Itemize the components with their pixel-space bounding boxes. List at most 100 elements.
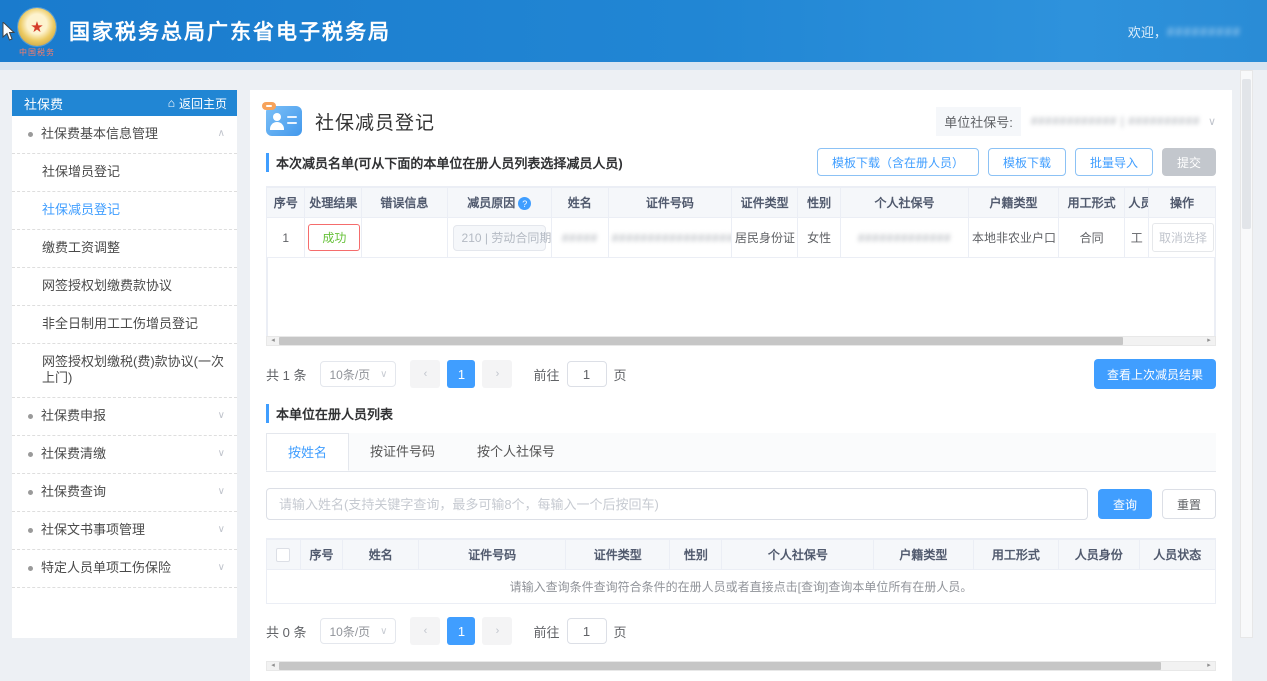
page-number-current[interactable]: 1 <box>447 617 475 645</box>
col-reason: 减员原因? <box>447 188 551 218</box>
cancel-selection-button[interactable]: 取消选择 <box>1152 223 1214 252</box>
reset-button[interactable]: 重置 <box>1162 489 1216 519</box>
emblem-icon: ★ <box>18 8 56 46</box>
page-size-select[interactable]: 10条/页 ∨ <box>320 618 396 644</box>
prev-page-button[interactable]: ‹ <box>410 360 440 388</box>
sidebar-group-declare[interactable]: 社保费申报 ∨ <box>12 398 237 436</box>
scrollbar-thumb[interactable] <box>1242 79 1251 229</box>
card-horizontal-scrollbar[interactable]: ◂ ▸ <box>266 661 1216 671</box>
tab-by-name[interactable]: 按姓名 <box>266 433 349 471</box>
select-all-checkbox[interactable] <box>276 548 290 562</box>
page-size-select[interactable]: 10条/页 ∨ <box>320 361 396 387</box>
scrollbar-thumb[interactable] <box>279 662 1161 670</box>
mouse-cursor <box>2 22 16 42</box>
page-number-current[interactable]: 1 <box>447 360 475 388</box>
scroll-left-arrow-icon[interactable]: ◂ <box>267 661 279 671</box>
col-person-identity: 人员身份 <box>1059 540 1140 570</box>
sidebar-group-basic-info[interactable]: 社保费基本信息管理 ∧ <box>12 116 237 154</box>
chevron-down-icon: ∨ <box>212 486 225 499</box>
bullet-icon <box>28 452 33 457</box>
sidebar-item-tax-deduction-agreement[interactable]: 网签授权划缴税(费)款协议(一次上门) <box>12 344 237 398</box>
bullet-icon <box>28 528 33 533</box>
batch-import-button[interactable]: 批量导入 <box>1075 148 1153 176</box>
goto-label: 前往 <box>533 365 559 384</box>
col-person-identity: 人员身份 <box>1125 188 1149 218</box>
welcome-username-masked[interactable]: ######### <box>1167 24 1241 39</box>
logo-caption: 中国税务 <box>19 47 55 58</box>
sidebar-item-reduce-personnel[interactable]: 社保减员登记 <box>12 192 237 230</box>
goto-page: 前往 页 <box>533 361 626 387</box>
sidebar-group-label: 社保文书事项管理 <box>41 522 145 538</box>
col-household-type: 户籍类型 <box>968 188 1058 218</box>
tab-by-id-number[interactable]: 按证件号码 <box>349 433 456 471</box>
sidebar-item-add-personnel[interactable]: 社保增员登记 <box>12 154 237 192</box>
submit-button[interactable]: 提交 <box>1162 148 1216 176</box>
cell-id-number: ################## <box>608 218 731 258</box>
main-content-card: 社保减员登记 单位社保号: ############ | ########## … <box>250 90 1232 681</box>
next-page-button[interactable]: › <box>482 360 512 388</box>
scroll-left-arrow-icon[interactable]: ◂ <box>267 336 279 346</box>
col-seq: 序号 <box>267 188 305 218</box>
cell-person-identity: 工 <box>1125 218 1149 258</box>
reduce-table-horizontal-scrollbar[interactable]: ◂ ▸ <box>266 336 1216 346</box>
total-count: 共 1 条 <box>266 365 306 384</box>
col-gender: 性别 <box>798 188 841 218</box>
scroll-right-arrow-icon[interactable]: ▸ <box>1203 336 1215 346</box>
sidebar-group-settle[interactable]: 社保费清缴 ∨ <box>12 436 237 474</box>
reason-select[interactable]: 210 | 劳动合同期满 ∨ <box>453 225 546 251</box>
cell-employment-form: 合同 <box>1059 218 1125 258</box>
cell-seq: 1 <box>267 218 305 258</box>
reduce-table-header-row: 序号 处理结果 错误信息 减员原因? 姓名 证件号码 证件类型 性别 个人社保号… <box>267 188 1215 218</box>
cell-personal-ssn: ############# <box>840 218 968 258</box>
reduce-actions: 模板下载（含在册人员） 模板下载 批量导入 提交 <box>817 148 1216 176</box>
prev-page-button[interactable]: ‹ <box>410 617 440 645</box>
bullet-icon <box>28 132 33 137</box>
window-vertical-scrollbar[interactable] <box>1240 70 1253 638</box>
roster-empty-message: 请输入查询条件查询符合条件的在册人员或者直接点击[查询]查询本单位所有在册人员。 <box>266 570 1216 604</box>
next-page-button[interactable]: › <box>482 617 512 645</box>
help-icon[interactable]: ? <box>518 197 531 210</box>
cell-action: 取消选择 <box>1149 218 1215 258</box>
scrollbar-thumb[interactable] <box>279 337 1123 345</box>
return-home-link[interactable]: ⌂ 返回主页 <box>168 95 227 112</box>
sidebar-item-online-deduction-agreement[interactable]: 网签授权划缴费款协议 <box>12 268 237 306</box>
query-button[interactable]: 查询 <box>1098 489 1152 519</box>
goto-page-input[interactable] <box>567 361 607 387</box>
table-row: 1 成功 210 | 劳动合同期满 ∨ ##### ##############… <box>267 218 1215 258</box>
return-home-label: 返回主页 <box>179 95 227 112</box>
col-id-type: 证件类型 <box>731 188 797 218</box>
cell-household-type: 本地非农业户口 <box>968 218 1058 258</box>
goto-page: 前往 页 <box>533 618 626 644</box>
reduce-table-wrap: 序号 处理结果 错误信息 减员原因? 姓名 证件号码 证件类型 性别 个人社保号… <box>266 186 1216 336</box>
tab-by-personal-ssn[interactable]: 按个人社保号 <box>456 433 576 471</box>
template-download-with-roster-button[interactable]: 模板下载（含在册人员） <box>817 148 979 176</box>
goto-suffix: 页 <box>614 365 627 384</box>
goto-page-input[interactable] <box>567 618 607 644</box>
col-id-number: 证件号码 <box>419 540 566 570</box>
roster-table: 序号 姓名 证件号码 证件类型 性别 个人社保号 户籍类型 用工形式 人员身份 … <box>267 539 1215 570</box>
reduce-pagination: 共 1 条 10条/页 ∨ ‹ 1 › 前往 页 查看上次减员结果 <box>266 359 1216 389</box>
template-download-button[interactable]: 模板下载 <box>988 148 1066 176</box>
cell-id-type: 居民身份证 <box>731 218 797 258</box>
view-last-result-button[interactable]: 查看上次减员结果 <box>1094 359 1216 389</box>
sidebar-item-parttime-injury-register[interactable]: 非全日制用工工伤增员登记 <box>12 306 237 344</box>
scroll-right-arrow-icon[interactable]: ▸ <box>1203 661 1215 671</box>
reduce-section-title: 本次减员名单(可从下面的本单位在册人员列表选择减员人员) <box>266 153 623 172</box>
sidebar-group-special-injury-insurance[interactable]: 特定人员单项工伤保险 ∨ <box>12 550 237 588</box>
chevron-down-icon: ∨ <box>380 626 387 637</box>
roster-search-row: 查询 重置 <box>266 488 1216 520</box>
sidebar-group-label: 社保费申报 <box>41 408 106 424</box>
result-success-badge: 成功 <box>308 224 360 251</box>
col-employment-form: 用工形式 <box>1059 188 1125 218</box>
unit-ssn-selector[interactable]: 单位社保号: ############ | ########## ∨ <box>936 107 1216 136</box>
cell-result: 成功 <box>305 218 362 258</box>
sidebar-item-label: 缴费工资调整 <box>42 240 120 256</box>
sidebar-group-document-management[interactable]: 社保文书事项管理 ∨ <box>12 512 237 550</box>
bullet-icon <box>28 414 33 419</box>
col-gender: 性别 <box>670 540 722 570</box>
sidebar-group-query[interactable]: 社保费查询 ∨ <box>12 474 237 512</box>
sidebar-item-wage-adjust[interactable]: 缴费工资调整 <box>12 230 237 268</box>
name-search-input[interactable] <box>266 488 1088 520</box>
reduce-section-header: 本次减员名单(可从下面的本单位在册人员列表选择减员人员) 模板下载（含在册人员）… <box>266 148 1216 176</box>
roster-tabs: 按姓名 按证件号码 按个人社保号 <box>266 433 1216 472</box>
